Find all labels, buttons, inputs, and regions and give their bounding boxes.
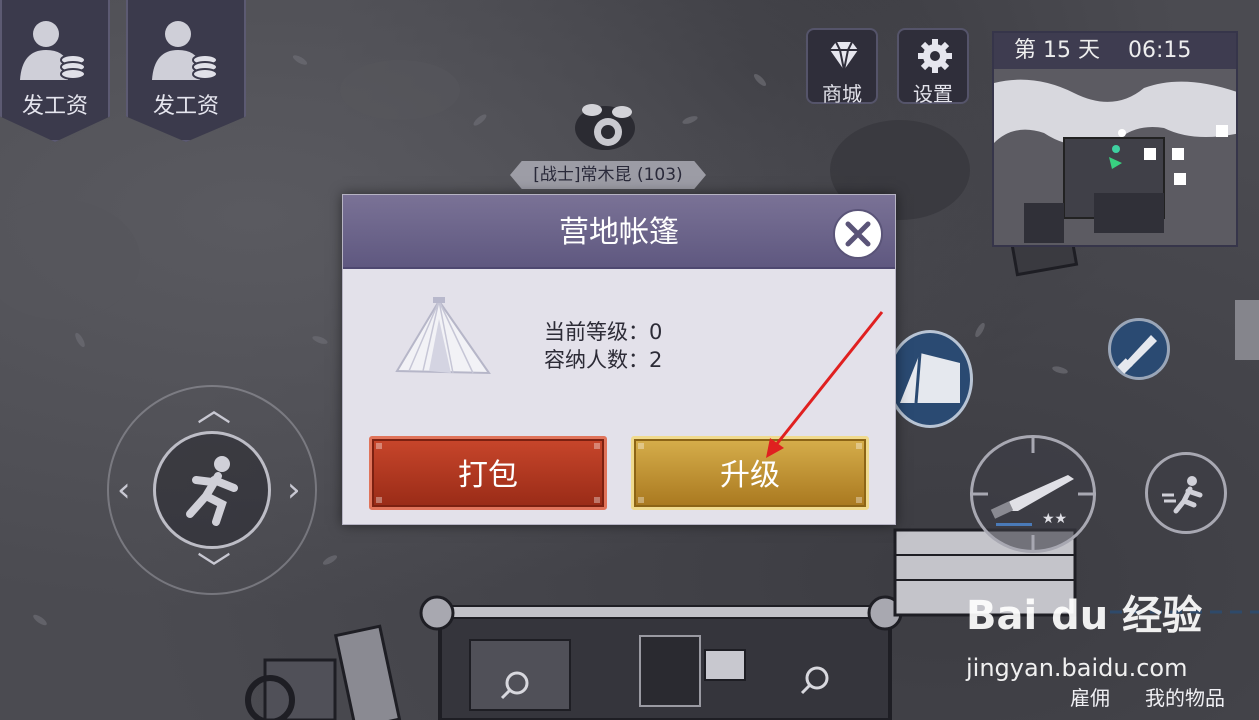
- dialog-header: 营地帐篷: [343, 195, 895, 269]
- baidu-watermark-url: jingyan.baidu.com: [966, 654, 1188, 682]
- rivet: [594, 443, 600, 449]
- saw-button[interactable]: [1108, 318, 1170, 380]
- settings-label: 设置: [913, 82, 953, 106]
- knife-icon: ★★: [970, 435, 1096, 553]
- down-arrow-icon: ﹀: [197, 550, 231, 590]
- current-level-text: 当前等级：0: [544, 320, 663, 344]
- tent-icon: [900, 352, 960, 404]
- dash-icon: [1162, 476, 1203, 514]
- diamond-icon: [830, 41, 858, 71]
- day-counter: 第 15 天: [1014, 38, 1100, 63]
- pay-wages-button-1[interactable]: 发工资: [0, 0, 110, 142]
- pack-label: 打包: [458, 458, 518, 493]
- rivet: [376, 497, 382, 503]
- running-man-icon: [186, 456, 238, 526]
- capacity-text: 容纳人数：2: [544, 348, 663, 372]
- attack-button[interactable]: ★★: [970, 435, 1096, 553]
- rivet: [856, 497, 862, 503]
- saw-icon: [1117, 335, 1157, 374]
- right-arrow-icon: ›: [287, 470, 301, 510]
- pack-button[interactable]: 打包: [369, 436, 607, 510]
- svg-text:★★: ★★: [1042, 511, 1067, 527]
- close-button[interactable]: [833, 209, 883, 259]
- hire-button[interactable]: 雇佣: [1070, 682, 1110, 711]
- player-character: [575, 104, 635, 150]
- upgrade-label: 升级: [720, 458, 780, 493]
- my-items-button[interactable]: 我的物品: [1145, 682, 1225, 711]
- shop-button[interactable]: 商城: [806, 28, 878, 106]
- rivet: [638, 443, 644, 449]
- tent-info: 当前等级：0 容纳人数：2: [544, 318, 662, 374]
- shop-label: 商城: [822, 82, 862, 106]
- dodge-button[interactable]: [1145, 452, 1227, 534]
- close-icon: [845, 221, 871, 247]
- worker-coins-icon: [152, 21, 218, 80]
- rivet: [856, 443, 862, 449]
- day-time-bar: 第 15 天 06:15: [994, 33, 1236, 69]
- sprint-button[interactable]: [153, 431, 271, 549]
- clock: 06:15: [1128, 38, 1192, 63]
- minimap[interactable]: 第 15 天 06:15: [992, 31, 1238, 247]
- rivet: [376, 443, 382, 449]
- tent-build-button[interactable]: [887, 330, 973, 428]
- up-arrow-icon: ︿: [197, 390, 231, 430]
- tent-icon: [395, 297, 491, 375]
- pay-wages-button-2[interactable]: 发工资: [126, 0, 246, 142]
- gear-icon: [918, 39, 952, 73]
- baidu-watermark-logo: Bai du 经验: [966, 593, 1203, 639]
- left-arrow-icon: ‹: [117, 470, 131, 510]
- settings-button[interactable]: 设置: [897, 28, 969, 106]
- movement-joystick[interactable]: ︿ ﹀ ‹ ›: [107, 385, 317, 595]
- upgrade-button[interactable]: 升级: [631, 436, 869, 510]
- pay-wages-label: 发工资: [152, 94, 219, 119]
- rivet: [638, 497, 644, 503]
- player-name-tag: [战士]常木昆 (103): [510, 161, 706, 189]
- camp-tent-dialog: 营地帐篷 当前等级：0 容纳人数：2 打包 升级: [342, 194, 896, 525]
- rivet: [594, 497, 600, 503]
- pay-wages-label: 发工资: [21, 94, 88, 119]
- worker-coins-icon: [20, 21, 86, 80]
- dialog-title: 营地帐篷: [559, 215, 679, 250]
